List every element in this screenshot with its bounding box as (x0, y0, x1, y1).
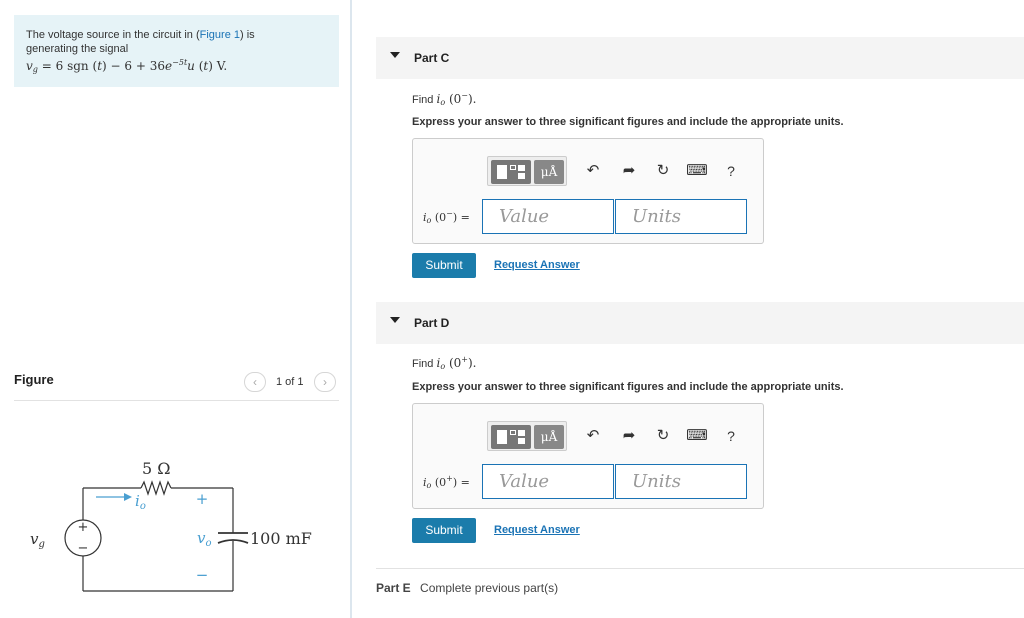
templates-icon[interactable] (491, 160, 531, 184)
chevron-left-icon[interactable]: ‹ (244, 372, 266, 392)
units-icon[interactable]: μÅ (534, 160, 564, 184)
panel-divider (350, 0, 352, 618)
part-c-answer-box: μÅ ↶ ➦ ↻ ⌨ ? io (0−) = Value Units (412, 138, 764, 244)
find-label: Find (412, 358, 434, 370)
undo-icon[interactable]: ↶ (583, 425, 603, 447)
part-d-header[interactable]: Part D (376, 302, 1024, 344)
problem-line-2: generating the signal (26, 43, 129, 55)
problem-text-end: ) is (240, 29, 255, 41)
redo-icon[interactable]: ➦ (619, 160, 639, 182)
source-minus: − (78, 541, 89, 556)
figure-count: 1 of 1 (276, 376, 304, 388)
part-e-divider (376, 568, 1024, 569)
current-label: io (135, 492, 146, 512)
part-c-header[interactable]: Part C (376, 37, 1024, 79)
problem-text: The voltage source in the circuit in ( (26, 29, 200, 41)
reset-icon[interactable]: ↻ (653, 425, 673, 447)
toolbar-group: μÅ (487, 421, 567, 451)
part-e-label: Part E (376, 581, 411, 595)
templates-icon[interactable] (491, 425, 531, 449)
keyboard-icon[interactable]: ⌨ (685, 160, 709, 182)
part-d-find: Find io (0+). (412, 355, 477, 371)
request-answer-link[interactable]: Request Answer (494, 524, 580, 536)
part-d-title: Part D (414, 316, 450, 330)
figure-header: Figure ‹ 1 of 1 › (14, 370, 339, 401)
figure-link[interactable]: Figure 1 (200, 29, 240, 41)
find-expression: io (0+). (436, 355, 477, 371)
part-e-row: Part E Complete previous part(s) (376, 581, 558, 595)
output-label: vo (197, 529, 212, 549)
output-minus: − (196, 566, 209, 584)
toolbar-group: μÅ (487, 156, 567, 186)
signal-equation: vg = 6 sgn (t) − 6 + 36e−5tu (t) V. (26, 58, 228, 74)
units-icon[interactable]: μÅ (534, 425, 564, 449)
capacitor-label: 100 mF (250, 529, 312, 548)
part-e-status: Complete previous part(s) (420, 581, 559, 595)
submit-button[interactable]: Submit (412, 253, 476, 278)
value-input[interactable]: Value (482, 464, 614, 499)
problem-statement: The voltage source in the circuit in (Fi… (14, 15, 339, 87)
request-answer-link[interactable]: Request Answer (494, 259, 580, 271)
help-icon[interactable]: ? (721, 160, 741, 182)
problem-line-1: The voltage source in the circuit in (Fi… (26, 28, 327, 42)
part-c-title: Part C (414, 51, 450, 65)
help-icon[interactable]: ? (721, 425, 741, 447)
part-d-answer-label: io (0+) = (423, 474, 470, 490)
math-toolbar: μÅ ↶ ➦ ↻ ⌨ ? (487, 421, 747, 451)
source-plus: + (78, 520, 89, 535)
value-input[interactable]: Value (482, 199, 614, 234)
caret-down-icon[interactable] (390, 52, 400, 58)
units-input[interactable]: Units (615, 199, 747, 234)
redo-icon[interactable]: ➦ (619, 425, 639, 447)
output-plus: + (196, 490, 209, 508)
find-label: Find (412, 94, 434, 106)
figure-title: Figure (14, 372, 54, 387)
part-c-instruction: Express your answer to three significant… (412, 116, 844, 128)
reset-icon[interactable]: ↻ (653, 160, 673, 182)
units-input[interactable]: Units (615, 464, 747, 499)
keyboard-icon[interactable]: ⌨ (685, 425, 709, 447)
find-expression: io (0−). (436, 91, 477, 107)
submit-button[interactable]: Submit (412, 518, 476, 543)
source-label: vg (30, 530, 45, 550)
undo-icon[interactable]: ↶ (583, 160, 603, 182)
part-d-instruction: Express your answer to three significant… (412, 381, 844, 393)
part-c-answer-label: io (0−) = (423, 209, 470, 225)
circuit-diagram: + − 5 Ω io vg + vo − 100 mF (30, 459, 312, 592)
caret-down-icon[interactable] (390, 317, 400, 323)
part-d-answer-box: μÅ ↶ ➦ ↻ ⌨ ? io (0+) = Value Units (412, 403, 764, 509)
part-c-find: Find io (0−). (412, 91, 477, 107)
math-toolbar: μÅ ↶ ➦ ↻ ⌨ ? (487, 156, 747, 186)
chevron-right-icon[interactable]: › (314, 372, 336, 392)
resistor-label: 5 Ω (142, 459, 171, 478)
